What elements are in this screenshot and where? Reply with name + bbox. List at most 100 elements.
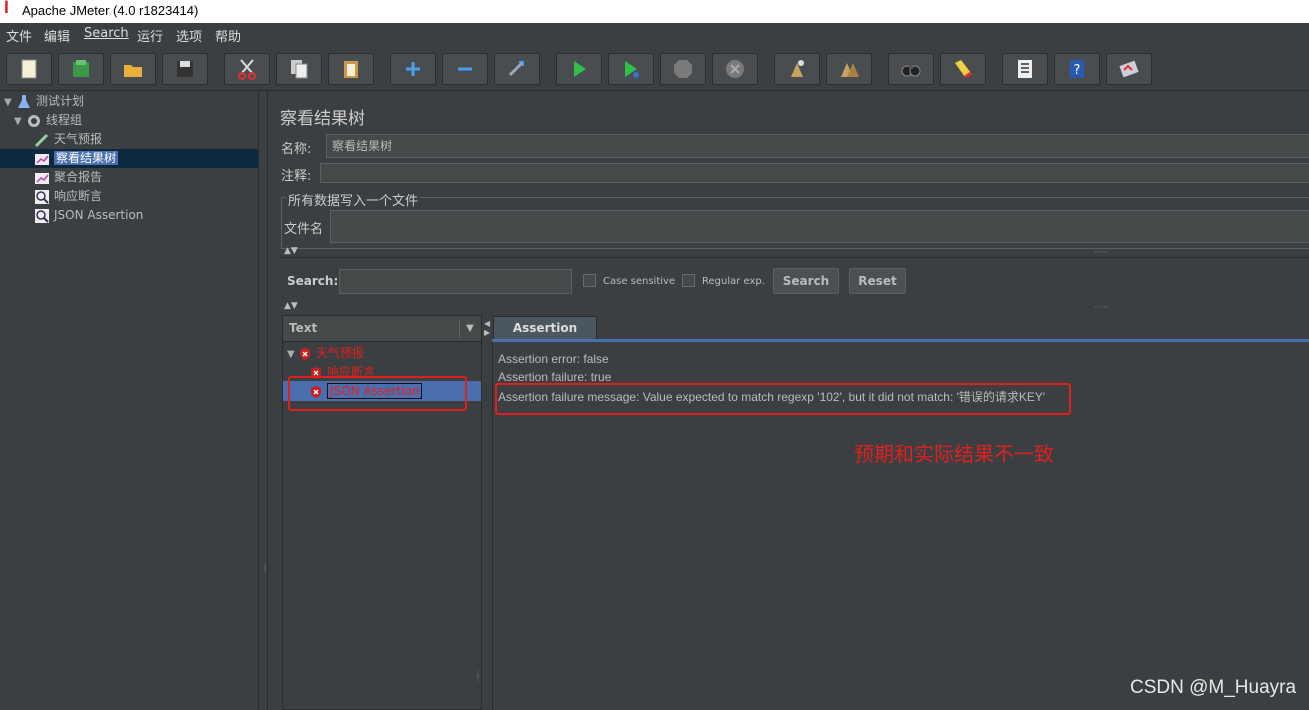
help-button[interactable]: ?	[1054, 53, 1100, 85]
clear-button[interactable]	[774, 53, 820, 85]
chevron-down-icon[interactable]: ▼	[459, 320, 480, 338]
collapse-arrows-icon[interactable]: ▲▼	[284, 246, 298, 256]
sampler-icon	[34, 133, 49, 147]
stop-icon	[674, 60, 692, 78]
tree-item-response-assertion[interactable]: 响应断言	[34, 187, 102, 205]
save-icon	[177, 61, 193, 77]
toggle-button[interactable]	[494, 53, 540, 85]
logger-icon	[1119, 60, 1139, 78]
search-button[interactable]	[888, 53, 934, 85]
chevron-down-icon[interactable]: ▼	[287, 349, 298, 360]
tree-item-test-plan[interactable]: ▼ 测试计划	[4, 92, 84, 110]
menu-run[interactable]: 运行	[137, 26, 163, 45]
tree-splitter[interactable]: ⋮ ⋮	[258, 91, 269, 710]
tree-item-json-assertion[interactable]: JSON Assertion	[34, 206, 143, 224]
filename-label: 文件名	[284, 222, 324, 237]
test-plan-icon	[18, 94, 30, 108]
window-title: Apache JMeter (4.0 r1823414)	[22, 3, 199, 18]
tree-item-label: 响应断言	[54, 189, 103, 203]
reset-search-button[interactable]	[940, 53, 986, 85]
paste-button[interactable]	[328, 53, 374, 85]
menu-edit[interactable]: 编辑	[44, 26, 70, 45]
menu-help[interactable]: 帮助	[215, 26, 241, 45]
tab-scroll-arrows-icon[interactable]: ◀ ▶	[484, 319, 490, 337]
write-to-file-group-label: 所有数据写入一个文件	[286, 190, 421, 209]
search-input[interactable]	[339, 269, 572, 294]
cut-button[interactable]	[224, 53, 270, 85]
tree-item-label: 聚合报告	[54, 170, 103, 184]
name-field-value: 察看结果树	[332, 139, 393, 153]
case-sensitive-label: Case sensitive	[603, 276, 676, 287]
function-helper-button[interactable]	[1002, 53, 1048, 85]
name-label: 名称:	[281, 142, 312, 157]
tree-item-thread-group[interactable]: ▼ 线程组	[14, 111, 82, 129]
templates-button[interactable]	[58, 53, 104, 85]
result-label: 天气预报	[315, 346, 364, 360]
test-plan-tree: ▼ 测试计划 ▼ 线程组 天气预报 察看结果树 聚合报告 响应断言 JSON Ass…	[0, 91, 258, 710]
templates-icon	[73, 60, 89, 77]
renderer-select[interactable]: Text ▼	[283, 316, 481, 342]
jmeter-logo-icon: ꟾ	[4, 2, 9, 17]
tree-item-label: 天气预报	[54, 132, 103, 146]
tab-assertion-result[interactable]: Assertion result	[493, 316, 597, 357]
new-button[interactable]	[6, 53, 52, 85]
highlight-json-assertion-box	[288, 376, 467, 411]
start-icon	[574, 61, 586, 77]
tree-item-view-results-tree[interactable]: 察看结果树	[34, 149, 119, 167]
menu-bar: 文件 编辑 Search 运行 选项 帮助	[0, 23, 1309, 45]
collapse-icon	[458, 67, 472, 71]
start-button[interactable]	[556, 53, 602, 85]
tree-item-aggregate-report[interactable]: 聚合报告	[34, 168, 102, 186]
reset-button[interactable]: Reset	[849, 268, 906, 294]
toggle-icon	[508, 60, 525, 77]
menu-options[interactable]: 选项	[176, 26, 202, 45]
name-field[interactable]: 察看结果树	[326, 134, 1309, 158]
results-tree-panel: Text ▼ ▼ 天气预报 响应断言 JSON Assertion	[282, 315, 482, 710]
error-shield-icon	[299, 347, 310, 360]
collapse-button[interactable]	[442, 53, 488, 85]
expand-icon	[406, 62, 420, 76]
open-button[interactable]	[110, 53, 156, 85]
splitter-grip-icon[interactable]: ⋮ ⋮	[474, 671, 482, 682]
paste-icon	[344, 61, 358, 78]
chevron-down-icon[interactable]: ▼	[14, 113, 26, 131]
cut-icon	[238, 59, 256, 80]
menu-search[interactable]: Search	[84, 26, 129, 41]
new-icon	[21, 59, 37, 79]
comment-label: 注释:	[281, 169, 312, 184]
tree-item-label: 线程组	[46, 113, 83, 127]
menu-file[interactable]: 文件	[6, 26, 32, 45]
watermark: CSDN @M_Huayra	[1130, 677, 1297, 698]
logger-button[interactable]	[1106, 53, 1152, 85]
divider	[280, 257, 1309, 258]
start-no-pause-button[interactable]	[608, 53, 654, 85]
highlight-failure-message-box	[495, 383, 1071, 415]
comment-field[interactable]	[320, 163, 1309, 183]
regex-checkbox[interactable]	[682, 274, 695, 287]
filename-field[interactable]	[330, 210, 1309, 243]
clear-all-icon	[841, 63, 859, 77]
chevron-down-icon[interactable]: ▼	[4, 94, 16, 112]
expand-button[interactable]	[390, 53, 436, 85]
clear-icon	[791, 60, 804, 77]
tree-item-label: 测试计划	[36, 94, 85, 108]
copy-button[interactable]	[276, 53, 322, 85]
listener-icon	[35, 153, 49, 165]
annotation-text: 预期和实际结果不一致	[854, 442, 1054, 466]
toolbar: ?	[0, 45, 1309, 91]
assertion-icon	[35, 189, 49, 204]
case-sensitive-checkbox[interactable]	[583, 274, 596, 287]
divider-grip-icon[interactable]: ⋯⋯	[1094, 303, 1108, 311]
divider-grip-icon[interactable]: ⋯⋯	[1094, 248, 1108, 256]
save-button[interactable]	[162, 53, 208, 85]
svg-text:?: ?	[1074, 63, 1081, 78]
collapse-arrows-icon[interactable]: ▲▼	[284, 301, 298, 311]
help-icon: ?	[1070, 60, 1084, 78]
search-button[interactable]: Search	[773, 268, 839, 294]
clear-all-button[interactable]	[826, 53, 872, 85]
tree-item-weather-sampler[interactable]: 天气预报	[34, 130, 102, 148]
stop-button[interactable]	[660, 53, 706, 85]
result-tree-item-weather[interactable]: ▼ 天气预报	[287, 344, 364, 362]
assertion-failure-line: Assertion failure: true	[498, 370, 612, 384]
shutdown-button[interactable]	[712, 53, 758, 85]
